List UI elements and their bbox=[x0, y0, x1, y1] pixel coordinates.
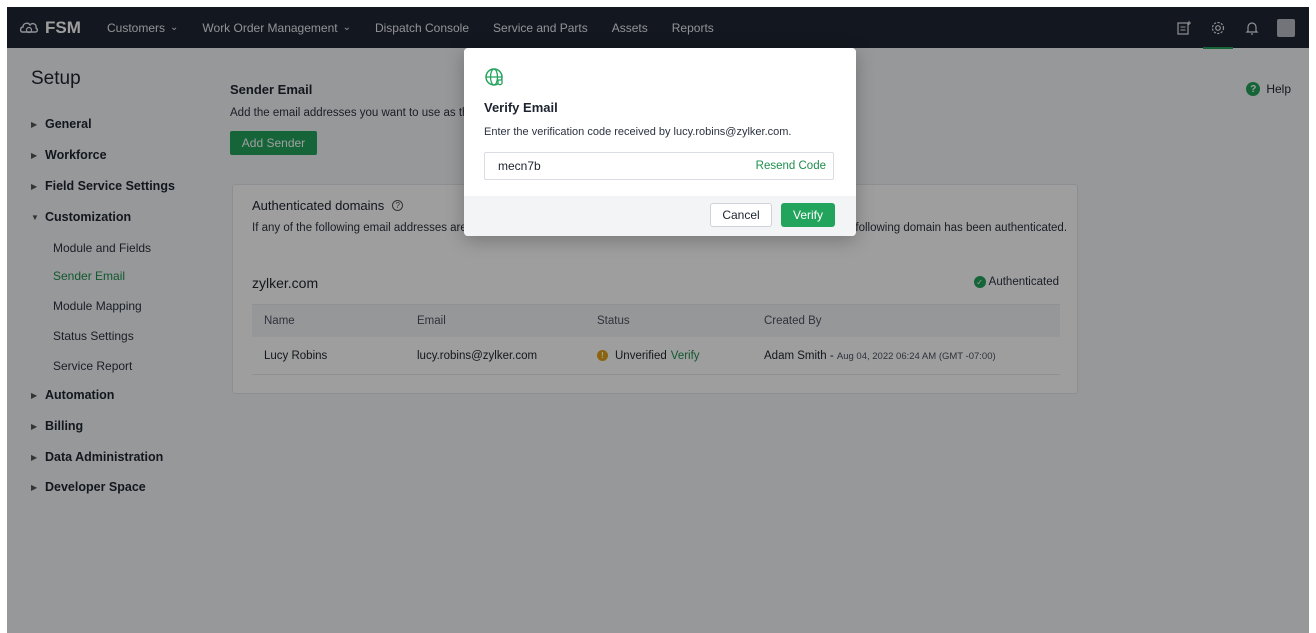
globe-shield-icon bbox=[485, 68, 503, 86]
verification-code-input[interactable] bbox=[498, 159, 738, 173]
verify-button[interactable]: Verify bbox=[781, 203, 835, 227]
dialog-title: Verify Email bbox=[484, 100, 558, 115]
verify-email-dialog: Verify Email Enter the verification code… bbox=[464, 48, 856, 236]
cancel-button[interactable]: Cancel bbox=[710, 203, 772, 227]
resend-code-link[interactable]: Resend Code bbox=[756, 160, 826, 172]
dialog-description: Enter the verification code received by … bbox=[484, 126, 792, 138]
dialog-footer: Cancel Verify bbox=[464, 196, 856, 236]
verification-code-field: Resend Code bbox=[484, 152, 834, 180]
